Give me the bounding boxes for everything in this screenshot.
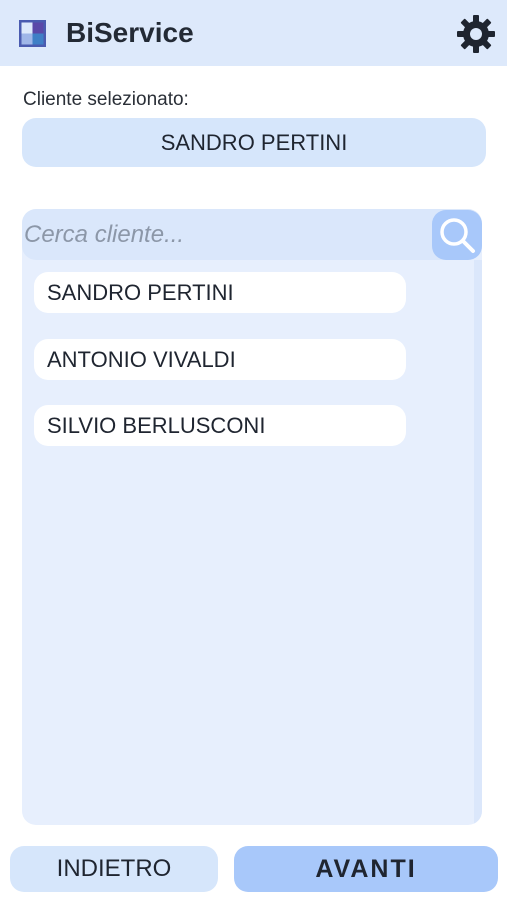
search-icon (440, 218, 475, 253)
selected-client-value: SANDRO PERTINI (22, 118, 486, 167)
search-bar (22, 209, 482, 260)
app-title: BiService (66, 17, 194, 48)
client-list-item[interactable]: SILVIO BERLUSCONI (34, 405, 406, 446)
back-button[interactable]: INDIETRO (10, 846, 218, 892)
client-list-item[interactable]: ANTONIO VIVALDI (34, 339, 406, 380)
client-list-item[interactable]: SANDRO PERTINI (34, 272, 406, 313)
selected-client-label: Cliente selezionato: (23, 89, 189, 110)
top-app-bar: BiService (0, 0, 507, 66)
next-button[interactable]: AVANTI (234, 846, 498, 892)
search-input[interactable] (22, 209, 424, 260)
app-screen: BiService Cliente selezionato: SANDRO PE… (0, 0, 507, 900)
scrollbar[interactable] (474, 260, 482, 825)
client-search-panel: SANDRO PERTINI ANTONIO VIVALDI SILVIO BE… (22, 209, 482, 825)
search-button[interactable] (432, 210, 482, 260)
app-logo-icon (19, 20, 46, 47)
gear-icon[interactable] (456, 14, 496, 54)
